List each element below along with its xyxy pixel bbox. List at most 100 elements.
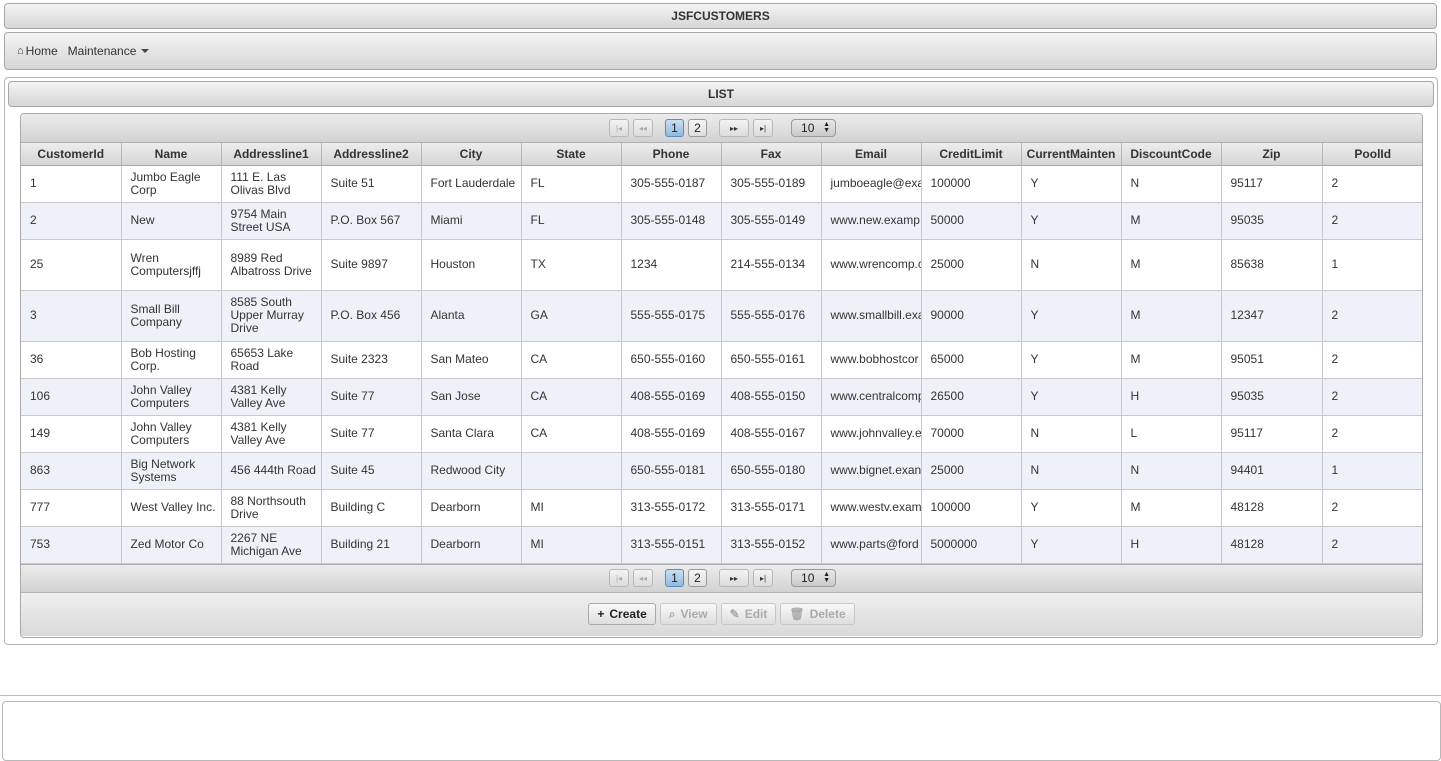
table-cell: Jumbo Eagle Corp <box>121 165 222 203</box>
column-header[interactable]: PoolId <box>1322 143 1422 166</box>
table-cell: Dearborn <box>421 526 522 564</box>
column-header[interactable]: Email <box>821 143 922 166</box>
column-header[interactable]: Addressline1 <box>221 143 322 166</box>
column-header[interactable]: Phone <box>621 143 722 166</box>
column-header[interactable]: Fax <box>721 143 822 166</box>
table-cell: N <box>1021 239 1122 291</box>
table-cell: Suite 2323 <box>321 341 422 379</box>
table-cell: TX <box>521 239 622 291</box>
table-cell: Suite 9897 <box>321 239 422 291</box>
action-toolbar: + Create ⌕ View ✎ Edit 🗑 Delete <box>21 592 1422 636</box>
table-cell: H <box>1121 378 1222 416</box>
table-cell: San Mateo <box>421 341 522 379</box>
table-row[interactable]: 1 Jumbo Eagle Corp 111 E. Las Olivas Blvd S… <box>21 165 1422 203</box>
customer-table: CustomerId Name Addressline1 Addressline2 Ci… <box>21 143 1422 564</box>
table-cell: 2 <box>1322 165 1422 203</box>
next-page-button[interactable]: ▸▸ <box>719 119 750 137</box>
page-1-button[interactable]: 1 <box>665 119 685 137</box>
table-cell: 753 <box>21 526 122 564</box>
table-cell: 2 <box>1322 415 1422 453</box>
column-header[interactable]: Name <box>121 143 222 166</box>
first-page-button[interactable]: |◂ <box>608 569 629 587</box>
table-cell: 305-555-0187 <box>621 165 722 203</box>
table-cell: 36 <box>21 341 122 379</box>
table-cell: 95051 <box>1221 341 1323 379</box>
table-cell: M <box>1121 489 1222 527</box>
column-header[interactable]: CurrentMainten <box>1021 143 1122 166</box>
table-row[interactable]: 149 John Valley Computers 4381 Kelly Valle… <box>21 415 1422 453</box>
table-row[interactable]: 777 West Valley Inc. 88 Northsouth Drive Bu… <box>21 489 1422 527</box>
table-row[interactable]: 753 Zed Motor Co 2267 NE Michigan Ave Build… <box>21 526 1422 564</box>
table-cell: 100000 <box>921 165 1022 203</box>
rows-per-page-select[interactable]: 10 ▲ ▼ <box>791 119 837 137</box>
last-page-button[interactable]: ▸| <box>753 569 774 587</box>
table-cell: John Valley Computers <box>121 378 222 416</box>
table-cell: Big Network Systems <box>121 452 222 490</box>
select-arrows-icon: ▲ ▼ <box>823 571 831 584</box>
table-cell: 1 <box>1322 452 1422 490</box>
select-arrows-icon: ▲ ▼ <box>823 121 831 134</box>
column-header[interactable]: Zip <box>1221 143 1323 166</box>
first-page-button[interactable]: |◂ <box>608 119 629 137</box>
table-row[interactable]: 25 Wren Computersjffj 8989 Red Albatross D… <box>21 239 1422 291</box>
table-cell: 650-555-0161 <box>721 341 822 379</box>
table-cell: 408-555-0167 <box>721 415 822 453</box>
table-cell: New <box>121 202 222 240</box>
table-cell: 95117 <box>1221 165 1323 203</box>
table-cell: N <box>1021 415 1122 453</box>
prev-page-button[interactable]: ◂◂ <box>632 119 654 137</box>
table-cell: 456 444th Road <box>221 452 322 490</box>
page-1-button[interactable]: 1 <box>665 569 685 587</box>
prev-page-button[interactable]: ◂◂ <box>632 569 654 587</box>
page-2-button[interactable]: 2 <box>688 569 708 587</box>
home-icon: ⌂ <box>17 45 24 57</box>
table-cell: 94401 <box>1221 452 1323 490</box>
chevron-down-icon <box>141 49 150 53</box>
table-cell: www.bignet.exan <box>821 452 922 490</box>
menu-maintenance[interactable]: Maintenance <box>68 44 150 58</box>
table-row[interactable]: 2 New 9754 Main Street USA P.O. Box 567 Miam… <box>21 202 1422 240</box>
column-header[interactable]: DiscountCode <box>1121 143 1222 166</box>
table-cell: 2 <box>1322 202 1422 240</box>
table-cell: Suite 51 <box>321 165 422 203</box>
menu-home[interactable]: ⌂ Home <box>17 44 58 58</box>
table-cell: 2 <box>1322 526 1422 564</box>
table-cell: 2267 NE Michigan Ave <box>221 526 322 564</box>
app-title-bar: JSFCUSTOMERS <box>4 3 1437 29</box>
table-cell: 88 Northsouth Drive <box>221 489 322 527</box>
delete-button[interactable]: 🗑 Delete <box>780 603 855 625</box>
table-cell: N <box>1121 165 1222 203</box>
table-cell: GA <box>521 290 622 342</box>
last-page-button[interactable]: ▸| <box>753 119 774 137</box>
column-header[interactable]: CreditLimit <box>921 143 1022 166</box>
next-page-button[interactable]: ▸▸ <box>719 569 750 587</box>
table-cell: 3 <box>21 290 122 342</box>
table-cell: CA <box>521 378 622 416</box>
rows-per-page-select[interactable]: 10 ▲ ▼ <box>791 569 837 587</box>
table-cell: 65653 Lake Road <box>221 341 322 379</box>
column-header[interactable]: State <box>521 143 622 166</box>
column-header[interactable]: CustomerId <box>21 143 122 166</box>
divider <box>0 695 1441 696</box>
table-cell: www.centralcomp <box>821 378 922 416</box>
table-cell: 1 <box>1322 239 1422 291</box>
table-cell: Wren Computersjffj <box>121 239 222 291</box>
page-2-button[interactable]: 2 <box>688 119 708 137</box>
table-row[interactable]: 863 Big Network Systems 456 444th Road Suit… <box>21 452 1422 490</box>
table-cell: M <box>1121 239 1222 291</box>
table-row[interactable]: 106 John Valley Computers 4381 Kelly Valle… <box>21 378 1422 416</box>
column-header[interactable]: Addressline2 <box>321 143 422 166</box>
table-cell: John Valley Computers <box>121 415 222 453</box>
table-cell: 95117 <box>1221 415 1323 453</box>
view-button[interactable]: ⌕ View <box>659 603 717 625</box>
edit-button[interactable]: ✎ Edit <box>720 603 777 625</box>
table-cell: 25000 <box>921 239 1022 291</box>
table-row[interactable]: 3 Small Bill Company 8585 South Upper Murr… <box>21 290 1422 342</box>
plus-icon: + <box>597 607 605 621</box>
table-row[interactable]: 36 Bob Hosting Corp. 65653 Lake Road Suite … <box>21 341 1422 379</box>
column-header[interactable]: City <box>421 143 522 166</box>
table-cell: San Jose <box>421 378 522 416</box>
create-button[interactable]: + Create <box>588 603 656 625</box>
table-cell: 313-555-0172 <box>621 489 722 527</box>
trash-icon: 🗑 <box>789 607 805 621</box>
